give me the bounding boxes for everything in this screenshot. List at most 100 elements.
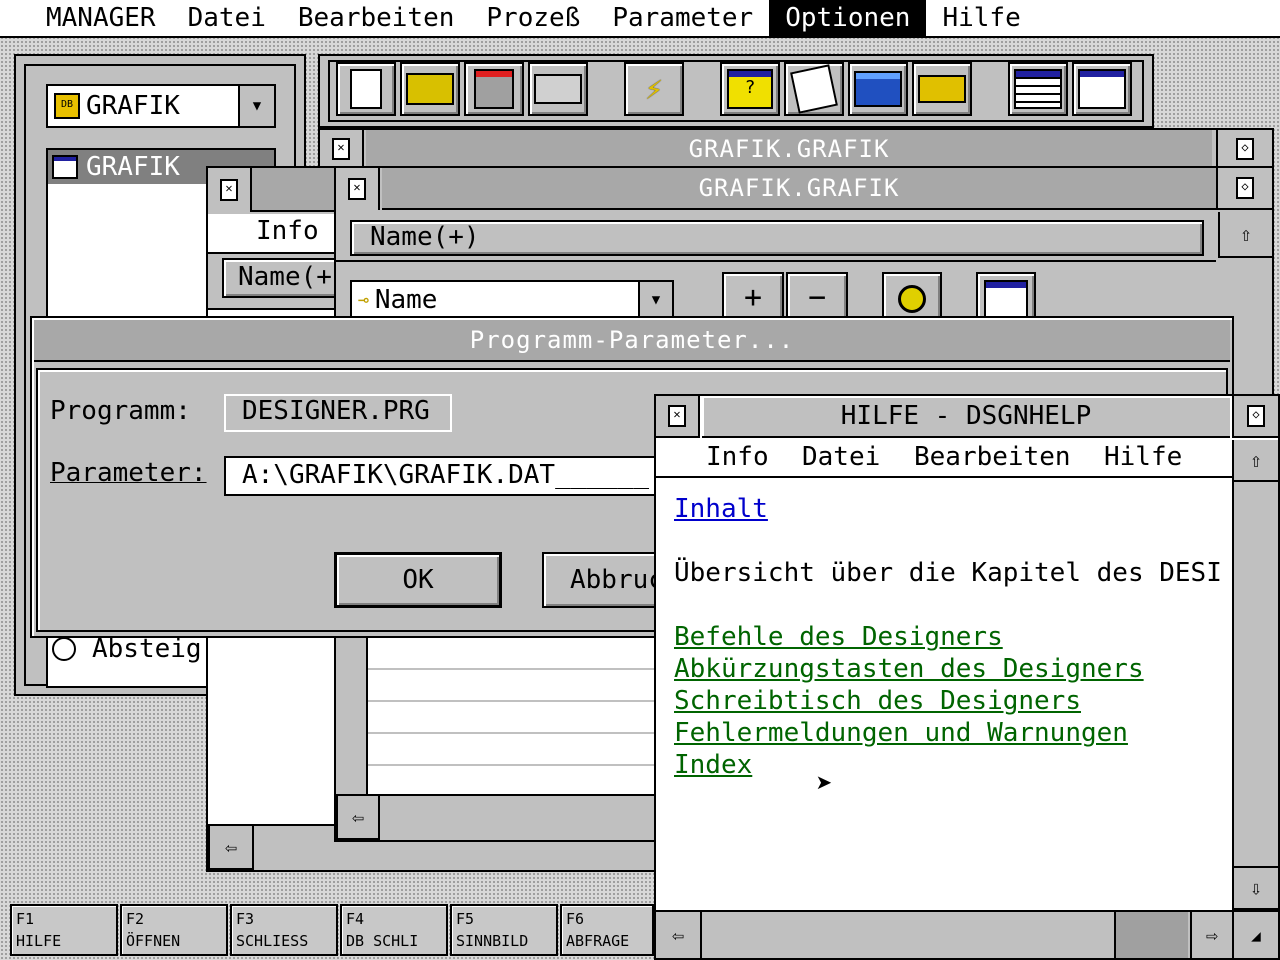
fkey-f3[interactable]: F3 SCHLIESS: [230, 904, 338, 956]
menu-hilfe[interactable]: Hilfe: [926, 0, 1036, 37]
help-menubar: Info Datei Bearbeiten Hilfe: [656, 440, 1232, 478]
lightning-icon: ⚡: [644, 71, 664, 107]
database-icon: DB: [54, 93, 80, 119]
menu-prozess[interactable]: Prozeß: [470, 0, 596, 37]
help-scroll-down-button[interactable]: ⇩: [1232, 866, 1278, 910]
open-button[interactable]: [400, 62, 460, 116]
menu-datei[interactable]: Datei: [172, 0, 282, 37]
scroll-left-button[interactable]: ⇦: [208, 824, 254, 870]
chevron-down-icon[interactable]: ▼: [238, 86, 274, 126]
open-folder-icon: [406, 73, 454, 105]
fkey-key: F4: [346, 910, 365, 928]
ok-button-label: OK: [402, 565, 434, 595]
help-scroll-left-button[interactable]: ⇦: [656, 910, 702, 958]
help-content: Inhalt Übersicht über die Kapitel des DE…: [656, 480, 1232, 910]
arrow-down-icon: ⇩: [1249, 876, 1263, 900]
resize-icon: ◢: [1251, 925, 1261, 945]
ascending-button[interactable]: +: [722, 272, 784, 322]
menu-manager[interactable]: MANAGER: [0, 0, 172, 37]
form-view-button[interactable]: [1072, 62, 1132, 116]
fkey-f2[interactable]: F2 ÖFFNEN: [120, 904, 228, 956]
batch-button[interactable]: [912, 62, 972, 116]
database-select[interactable]: DB GRAFIK ▼: [46, 84, 276, 128]
help-menu-datei[interactable]: Datei: [802, 442, 880, 472]
window-title[interactable]: GRAFIK.GRAFIK: [366, 130, 1212, 168]
form-icon: [984, 280, 1028, 318]
help-link-befehle[interactable]: Befehle des Designers: [674, 622, 1003, 652]
fkey-f1[interactable]: F1 HILFE: [10, 904, 118, 956]
print-button[interactable]: [528, 62, 588, 116]
programm-label: Programm:: [50, 396, 191, 426]
help-title[interactable]: HILFE - DSGNHELP: [702, 396, 1230, 438]
arrow-left-icon: ⇦: [351, 805, 365, 829]
save-disk-icon: [474, 69, 514, 109]
calculator-icon: [854, 71, 902, 107]
fkey-f4[interactable]: F4 DB SCHLI: [340, 904, 448, 956]
close-button[interactable]: ✕: [320, 130, 364, 168]
help-link-index[interactable]: Index: [674, 750, 752, 780]
fullsize-button[interactable]: ◇: [1216, 130, 1272, 168]
parameter-label: Parameter:: [50, 458, 207, 488]
table-view-button[interactable]: [1008, 62, 1068, 116]
close-icon: ✕: [668, 405, 686, 427]
parameter-input-text: A:\GRAFIK\GRAFIK.DAT______: [242, 460, 649, 490]
help-menu-info[interactable]: Info: [706, 442, 769, 472]
arrow-right-icon: ⇨: [1205, 923, 1219, 947]
fkey-f6[interactable]: F6 ABFRAGE: [560, 904, 654, 956]
help-intro-text: Übersicht über die Kapitel des DESI: [674, 558, 1222, 588]
fkey-label: ÖFFNEN: [126, 932, 181, 950]
fullsize-button[interactable]: ◇: [1216, 168, 1272, 210]
help-link-inhalt[interactable]: Inhalt: [674, 494, 768, 524]
sort-descending-radio[interactable]: Absteig: [52, 634, 202, 664]
menu-optionen[interactable]: Optionen: [769, 0, 927, 37]
scroll-up-button[interactable]: ⇧: [1218, 212, 1272, 258]
close-icon: ✕: [220, 179, 238, 201]
window-title[interactable]: GRAFIK.GRAFIK: [382, 168, 1216, 210]
index-select-value: Name: [374, 285, 438, 315]
close-button[interactable]: ✕: [336, 168, 380, 210]
fkey-label: SINNBILD: [456, 932, 529, 950]
help-menu-hilfe[interactable]: Hilfe: [1104, 442, 1182, 472]
chevron-down-icon[interactable]: ▼: [638, 282, 672, 318]
help-link-schreibtisch[interactable]: Schreibtisch des Designers: [674, 686, 1081, 716]
help-link-abkuerzungstasten[interactable]: Abkürzungstasten des Designers: [674, 654, 1144, 684]
fullsize-button[interactable]: ◇: [1232, 396, 1278, 438]
help-scroll-right-button[interactable]: ⇨: [1190, 910, 1232, 958]
fkey-label: ABFRAGE: [566, 932, 630, 950]
help-vertical-scrollbar[interactable]: [1232, 482, 1278, 866]
fkey-key: F6: [566, 910, 585, 928]
close-button[interactable]: ✕: [208, 168, 252, 212]
help-scroll-thumb[interactable]: [1114, 912, 1188, 958]
sort-field-label: Name(+: [238, 262, 332, 292]
help-link-fehlermeldungen[interactable]: Fehlermeldungen und Warnungen: [674, 718, 1128, 748]
table-list-item-label: GRAFIK: [86, 152, 180, 182]
menu-bearbeiten[interactable]: Bearbeiten: [282, 0, 471, 37]
fkey-label: DB SCHLI: [346, 932, 419, 950]
help-menu-bearbeiten[interactable]: Bearbeiten: [914, 442, 1071, 472]
arrow-left-icon: ⇦: [671, 923, 685, 947]
save-button[interactable]: [464, 62, 524, 116]
table-window-back: ✕ GRAFIK.GRAFIK ◇: [318, 128, 1274, 170]
help-horizontal-scrollbar[interactable]: [702, 910, 1190, 958]
close-button[interactable]: ✕: [656, 396, 700, 438]
dialog-title[interactable]: Programm-Parameter...: [34, 320, 1230, 362]
menu-info[interactable]: Info: [256, 216, 319, 246]
help-scroll-up-button[interactable]: ⇧: [1232, 440, 1278, 482]
scroll-left-button[interactable]: ⇦: [336, 794, 380, 840]
database-select-value: GRAFIK: [86, 91, 180, 121]
new-document-button[interactable]: [336, 62, 396, 116]
execute-button[interactable]: ⚡: [624, 62, 684, 116]
form-icon: [1078, 69, 1126, 109]
mouse-cursor-icon: ➤: [816, 767, 833, 800]
calculator-button[interactable]: [848, 62, 908, 116]
menu-parameter[interactable]: Parameter: [596, 0, 769, 37]
resize-handle[interactable]: ◢: [1232, 910, 1278, 958]
arrow-up-icon: ⇧: [1249, 448, 1263, 472]
report-button[interactable]: [784, 62, 844, 116]
fkey-f5[interactable]: F5 SINNBILD: [450, 904, 558, 956]
index-select[interactable]: ⊸ Name ▼: [350, 280, 674, 320]
ok-button[interactable]: OK: [334, 552, 502, 608]
horizontal-scrollbar[interactable]: [380, 794, 670, 840]
query-button[interactable]: ?: [720, 62, 780, 116]
descending-button[interactable]: −: [786, 272, 848, 322]
